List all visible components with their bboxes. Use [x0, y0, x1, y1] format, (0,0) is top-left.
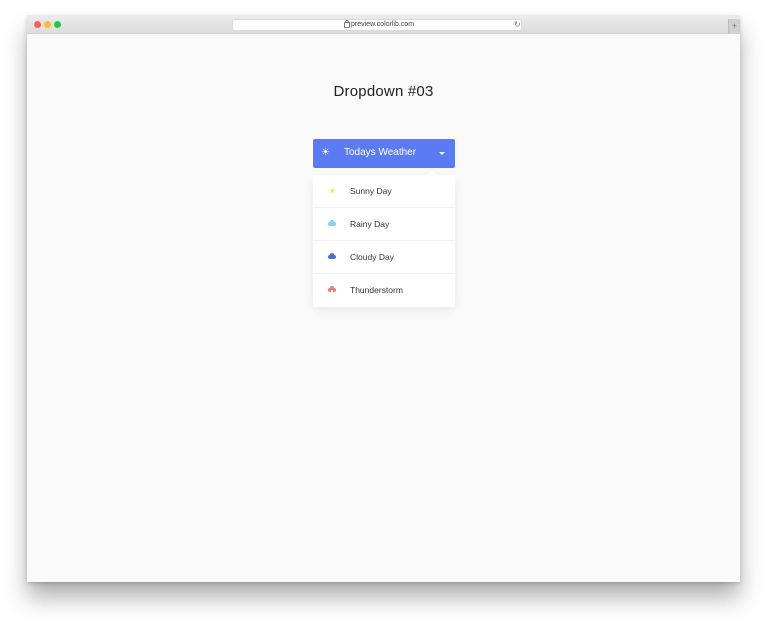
menu-item-label: Thunderstorm [350, 285, 403, 295]
menu-item-cloudy-day[interactable]: Cloudy Day [313, 241, 455, 274]
menu-item-thunderstorm[interactable]: Thunderstorm [313, 274, 455, 307]
close-window-button[interactable] [34, 21, 41, 28]
sun-icon: ☀ [321, 147, 330, 158]
rain-cloud-icon [327, 218, 337, 230]
weather-dropdown-toggle[interactable]: ☀ Todays Weather [313, 139, 455, 168]
cloud-icon [327, 251, 337, 263]
address-bar[interactable]: preview.colorlib.com ↻ [232, 19, 522, 31]
browser-titlebar: preview.colorlib.com ↻ + [27, 15, 740, 34]
menu-item-rainy-day[interactable]: Rainy Day [313, 208, 455, 241]
menu-item-label: Cloudy Day [350, 252, 394, 262]
menu-item-label: Rainy Day [350, 219, 390, 229]
page-title: Dropdown #03 [333, 83, 434, 100]
new-tab-button[interactable]: + [728, 19, 740, 33]
menu-item-label: Sunny Day [350, 186, 392, 196]
weather-dropdown-menu: ☀ Sunny Day Rainy Day Cloudy Day Thunder… [313, 170, 455, 307]
browser-window: preview.colorlib.com ↻ + Dropdown #03 ☀ … [27, 15, 740, 582]
menu-item-sunny-day[interactable]: ☀ Sunny Day [313, 175, 455, 208]
reload-icon[interactable]: ↻ [514, 19, 521, 31]
sun-icon: ☀ [327, 186, 337, 196]
dropdown-toggle-label: Todays Weather [344, 147, 417, 158]
thunderstorm-icon [327, 284, 337, 296]
lock-icon [344, 20, 350, 28]
maximize-window-button[interactable] [54, 21, 61, 28]
url-text: preview.colorlib.com [351, 21, 415, 28]
caret-down-icon [439, 152, 445, 155]
minimize-window-button[interactable] [44, 21, 51, 28]
